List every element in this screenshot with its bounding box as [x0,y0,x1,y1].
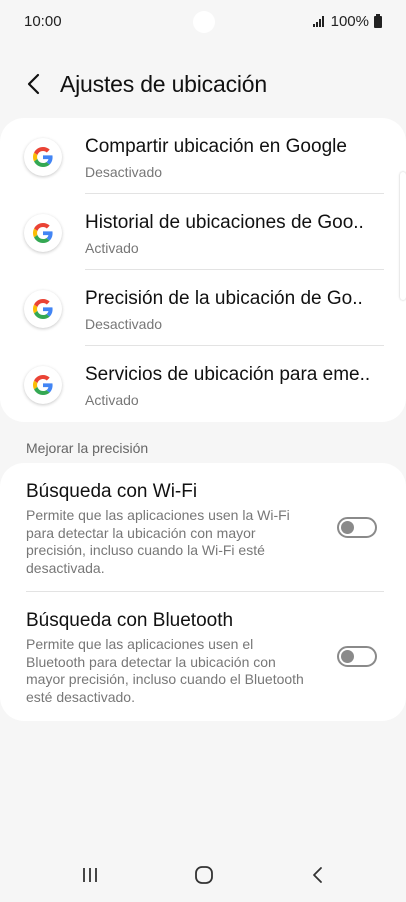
toggle-knob [341,521,354,534]
google-g-icon [24,290,62,328]
battery-icon [374,13,382,28]
item-status: Desactivado [85,316,163,332]
status-indicators: 100% [312,13,382,30]
recents-icon [83,868,97,882]
item-status: Desactivado [85,164,163,180]
wifi-scanning-description: Permite que las aplicaciones usen la Wi-… [26,507,290,576]
battery-percentage: 100% [330,13,369,30]
home-button[interactable] [184,860,224,890]
back-icon [313,867,322,883]
scrollbar[interactable] [400,172,406,300]
wifi-scanning-title: Búsqueda con Wi-Fi [26,481,198,502]
wifi-scanning-toggle[interactable] [337,517,377,538]
back-button[interactable] [20,70,48,98]
bluetooth-scanning-toggle[interactable] [337,646,377,667]
item-title: Historial de ubicaciones de Goo.. [85,212,364,233]
page-title: Ajustes de ubicación [60,71,267,97]
status-bar: 10:00 100% [0,0,406,44]
item-title: Precisión de la ubicación de Go.. [85,288,363,309]
home-icon [195,866,213,884]
location-settings-screen: 10:00 100% Ajustes de ubicación Comparti… [0,0,406,902]
item-status: Activado [85,392,139,408]
item-title: Compartir ubicación en Google [85,136,347,157]
bluetooth-scanning-description: Permite que las aplicaciones usen el Blu… [26,636,304,705]
bluetooth-scanning-title: Búsqueda con Bluetooth [26,610,234,631]
accuracy-card: Búsqueda con Wi-Fi Permite que las aplic… [0,463,406,721]
item-status: Activado [85,240,139,256]
wifi-scanning-row[interactable]: Búsqueda con Wi-Fi Permite que las aplic… [0,463,406,592]
toggle-knob [341,650,354,663]
google-location-card: Compartir ubicación en Google Desactivad… [0,118,406,422]
status-time: 10:00 [24,13,62,30]
section-label: Mejorar la precisión [26,440,149,456]
nav-back-button[interactable] [298,860,338,890]
item-title: Servicios de ubicación para eme.. [85,364,371,385]
list-item-emergency-location-services[interactable]: Servicios de ubicación para eme.. Activa… [0,346,406,422]
front-camera [193,11,215,33]
signal-icon [312,16,324,27]
recents-button[interactable] [70,860,110,890]
google-g-icon [24,366,62,404]
list-item-google-location-sharing[interactable]: Compartir ubicación en Google Desactivad… [0,118,406,194]
list-item-google-location-history[interactable]: Historial de ubicaciones de Goo.. Activa… [0,194,406,270]
chevron-left-icon [27,73,40,95]
list-item-google-location-accuracy[interactable]: Precisión de la ubicación de Go.. Desact… [0,270,406,346]
navigation-bar [0,848,406,902]
bluetooth-scanning-row[interactable]: Búsqueda con Bluetooth Permite que las a… [0,592,406,721]
google-g-icon [24,214,62,252]
google-g-icon [24,138,62,176]
header: Ajustes de ubicación [0,62,406,108]
